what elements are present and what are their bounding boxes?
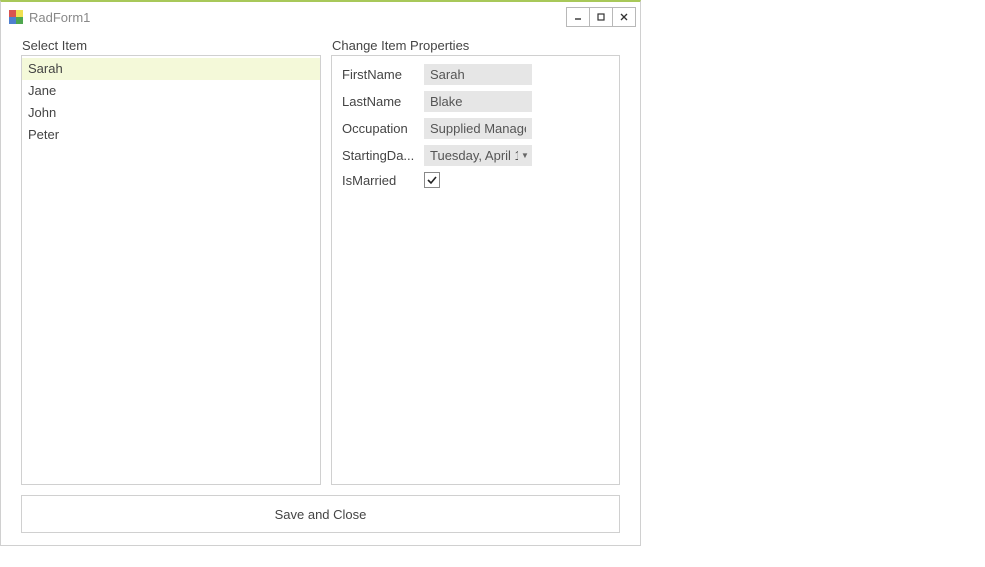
ismarried-checkbox[interactable]: [424, 172, 440, 188]
lastname-label: LastName: [342, 94, 424, 109]
item-list[interactable]: Sarah Jane John Peter: [22, 56, 320, 148]
radform-window: RadForm1 Select Item Sarah Jane John Pet…: [0, 0, 641, 546]
save-close-label: Save and Close: [275, 507, 367, 522]
properties-label: Change Item Properties: [332, 38, 469, 53]
titlebar: RadForm1: [1, 2, 640, 32]
window-controls: [567, 7, 636, 27]
app-icon: [9, 10, 23, 24]
occupation-label: Occupation: [342, 121, 424, 136]
close-button[interactable]: [612, 7, 636, 27]
save-close-button[interactable]: Save and Close: [21, 495, 620, 533]
lastname-row: LastName: [342, 91, 609, 112]
occupation-input[interactable]: [424, 118, 532, 139]
minimize-button[interactable]: [566, 7, 590, 27]
chevron-down-icon: ▼: [518, 151, 532, 160]
firstname-row: FirstName: [342, 64, 609, 85]
window-title: RadForm1: [29, 10, 90, 25]
list-item[interactable]: John: [22, 102, 320, 124]
firstname-label: FirstName: [342, 67, 424, 82]
startingdate-label: StartingDa...: [342, 148, 424, 163]
minimize-icon: [573, 12, 583, 22]
firstname-input[interactable]: [424, 64, 532, 85]
ismarried-row: IsMarried: [342, 172, 609, 188]
list-item[interactable]: Sarah: [22, 58, 320, 80]
close-icon: [619, 12, 629, 22]
select-item-panel: Select Item Sarah Jane John Peter: [21, 55, 321, 485]
check-icon: [426, 174, 438, 186]
startingdate-value: Tuesday, April 1,: [424, 148, 518, 163]
properties-panel: Change Item Properties FirstName LastNam…: [331, 55, 620, 485]
content-area: Select Item Sarah Jane John Peter Change…: [21, 55, 620, 485]
maximize-button[interactable]: [589, 7, 613, 27]
titlebar-left: RadForm1: [9, 10, 90, 25]
lastname-input[interactable]: [424, 91, 532, 112]
startingdate-row: StartingDa... Tuesday, April 1, ▼: [342, 145, 609, 166]
startingdate-picker[interactable]: Tuesday, April 1, ▼: [424, 145, 532, 166]
list-item[interactable]: Jane: [22, 80, 320, 102]
occupation-row: Occupation: [342, 118, 609, 139]
maximize-icon: [596, 12, 606, 22]
list-item[interactable]: Peter: [22, 124, 320, 146]
ismarried-label: IsMarried: [342, 173, 424, 188]
properties-form: FirstName LastName Occupation StartingDa…: [332, 56, 619, 202]
select-item-label: Select Item: [22, 38, 87, 53]
